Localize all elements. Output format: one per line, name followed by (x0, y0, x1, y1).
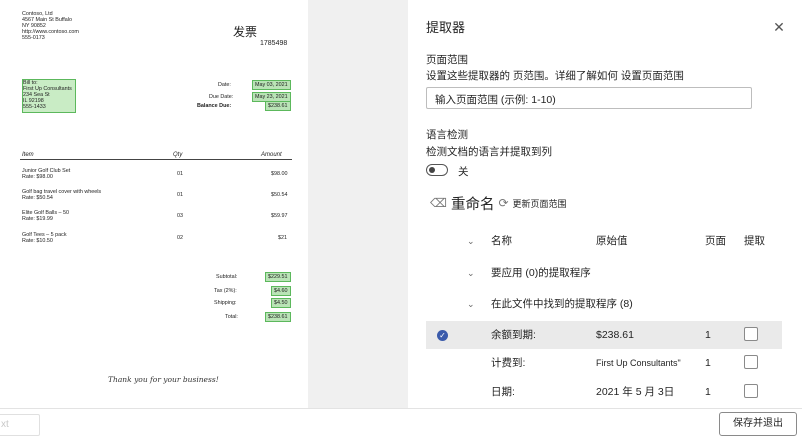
company-phone: 555-0173 (22, 35, 45, 41)
chevron-down-icon[interactable]: ⌄ (467, 290, 475, 318)
extractor-name: 日期: (491, 386, 515, 398)
selected-check-icon[interactable]: ✓ (437, 330, 448, 341)
extractor-panel: 提取器 ✕ 页面范围 设置这些提取器的 页范围。详细了解如何 设置页面范围 输入… (408, 0, 802, 408)
item-rate: Rate: $98.00 (22, 174, 53, 180)
column-extract-header: 提取 (744, 235, 765, 247)
item-amount: $98.00 (271, 171, 288, 177)
document-preview: Contoso, Ltd 4567 Main St Buffalo NY 908… (0, 0, 308, 408)
total-label: Total: (225, 314, 238, 320)
balance-due-value: $238.61 (265, 100, 291, 112)
item-qty: 02 (177, 235, 183, 241)
balance-due-label: Balance Due: (197, 103, 232, 109)
due-date-label: Due Date: (209, 94, 234, 100)
action-bar: ⌫ 重命名 ⟳ 更新页面范围 (430, 193, 567, 214)
chevron-down-icon[interactable]: ⌄ (467, 259, 475, 287)
invoice-title: 发票 (233, 25, 258, 39)
language-detection-description: 检测文档的语言并提取到列 (426, 146, 552, 158)
language-detection-heading: 语言检测 (426, 129, 468, 141)
extractor-name: 计费到: (491, 357, 526, 369)
group-label: 要应用 (0)的提取程序 (491, 267, 591, 279)
language-detection-toggle[interactable] (426, 164, 448, 176)
column-name-header: 名称 (491, 235, 512, 247)
extractor-name: 余额到期: (491, 329, 536, 341)
panel-title: 提取器 (426, 20, 466, 35)
extractor-row[interactable]: ✓ 余额到期: $238.61 1 (426, 321, 782, 349)
extract-checkbox[interactable] (744, 384, 758, 398)
extractor-page: 1 (705, 386, 711, 398)
date-label: Date: (218, 82, 231, 88)
extractor-value: $238.61 (596, 329, 634, 341)
item-amount: $21 (278, 235, 287, 241)
update-page-range-button[interactable]: 更新页面范围 (513, 197, 567, 210)
extract-checkbox[interactable] (744, 355, 758, 369)
item-rate: Rate: $19.99 (22, 216, 53, 222)
footer-bar: xt 保存并退出 (0, 408, 802, 440)
item-rate: Rate: $10.50 (22, 238, 53, 244)
save-and-exit-button[interactable]: 保存并退出 (719, 412, 797, 436)
extractor-row[interactable]: 计费到: First Up Consultants" 1 (426, 349, 782, 377)
group-row-to-apply[interactable]: ⌄ 要应用 (0)的提取程序 (426, 259, 782, 287)
amount-header: Amount (261, 152, 282, 158)
toggle-state-label: 关 (458, 166, 469, 178)
thank-you-note: Thank you for your business! (108, 375, 219, 384)
column-page-header: 页面 (705, 235, 726, 247)
item-qty: 01 (177, 171, 183, 177)
rename-button[interactable]: 重命名 (451, 193, 495, 214)
item-header: Item (22, 152, 34, 158)
item-amount: $50.54 (271, 192, 288, 198)
preview-gutter (308, 0, 408, 408)
extractor-row[interactable]: 日期: 2021 年 5 月 3日 1 (426, 378, 782, 406)
tax-value: $4.60 (271, 285, 291, 297)
subtotal-label: Subtotal: (216, 274, 238, 280)
shipping-label: Shipping: (214, 300, 237, 306)
page-range-description[interactable]: 设置这些提取器的 页范围。详细了解如何 设置页面范围 (426, 68, 684, 83)
extractor-value: 2021 年 5 月 3日 (596, 386, 675, 398)
total-value: $238.61 (265, 311, 291, 323)
subtotal-value: $229.51 (265, 271, 291, 283)
table-divider (20, 159, 292, 160)
qty-header: Qty (173, 152, 183, 158)
toggle-knob (429, 167, 435, 173)
next-button[interactable]: xt (0, 414, 40, 436)
group-row-found[interactable]: ⌄ 在此文件中找到的提取程序 (8) (426, 290, 782, 318)
tax-label: Tax (2%): (214, 288, 237, 294)
item-amount: $59.97 (271, 213, 288, 219)
date-value: May 03, 2021 (252, 79, 291, 91)
extractor-page: 1 (705, 329, 711, 341)
shipping-value: $4.50 (271, 297, 291, 309)
page-range-heading: 页面范围 (426, 54, 468, 66)
rename-icon[interactable]: ⌫ (430, 196, 447, 210)
item-qty: 01 (177, 192, 183, 198)
item-rate: Rate: $50.54 (22, 195, 53, 201)
extractor-table-header: ⌄ 名称 原始值 页面 提取 (426, 227, 782, 255)
group-label: 在此文件中找到的提取程序 (8) (491, 298, 633, 310)
item-qty: 03 (177, 213, 183, 219)
due-date-value: May 23, 2021 (252, 91, 291, 103)
invoice-number: 1785498 (260, 40, 288, 47)
extractor-page: 1 (705, 357, 711, 369)
page-range-input[interactable]: 输入页面范围 (示例: 1-10) (426, 87, 752, 109)
chevron-down-icon[interactable]: ⌄ (467, 227, 475, 255)
bill-to-phone: 555-1433 (23, 104, 46, 110)
extract-checkbox[interactable] (744, 327, 758, 341)
refresh-icon[interactable]: ⟳ (498, 196, 508, 210)
column-original-header: 原始值 (596, 235, 628, 247)
extractor-value: First Up Consultants" (596, 358, 681, 368)
close-icon[interactable]: ✕ (772, 20, 786, 34)
